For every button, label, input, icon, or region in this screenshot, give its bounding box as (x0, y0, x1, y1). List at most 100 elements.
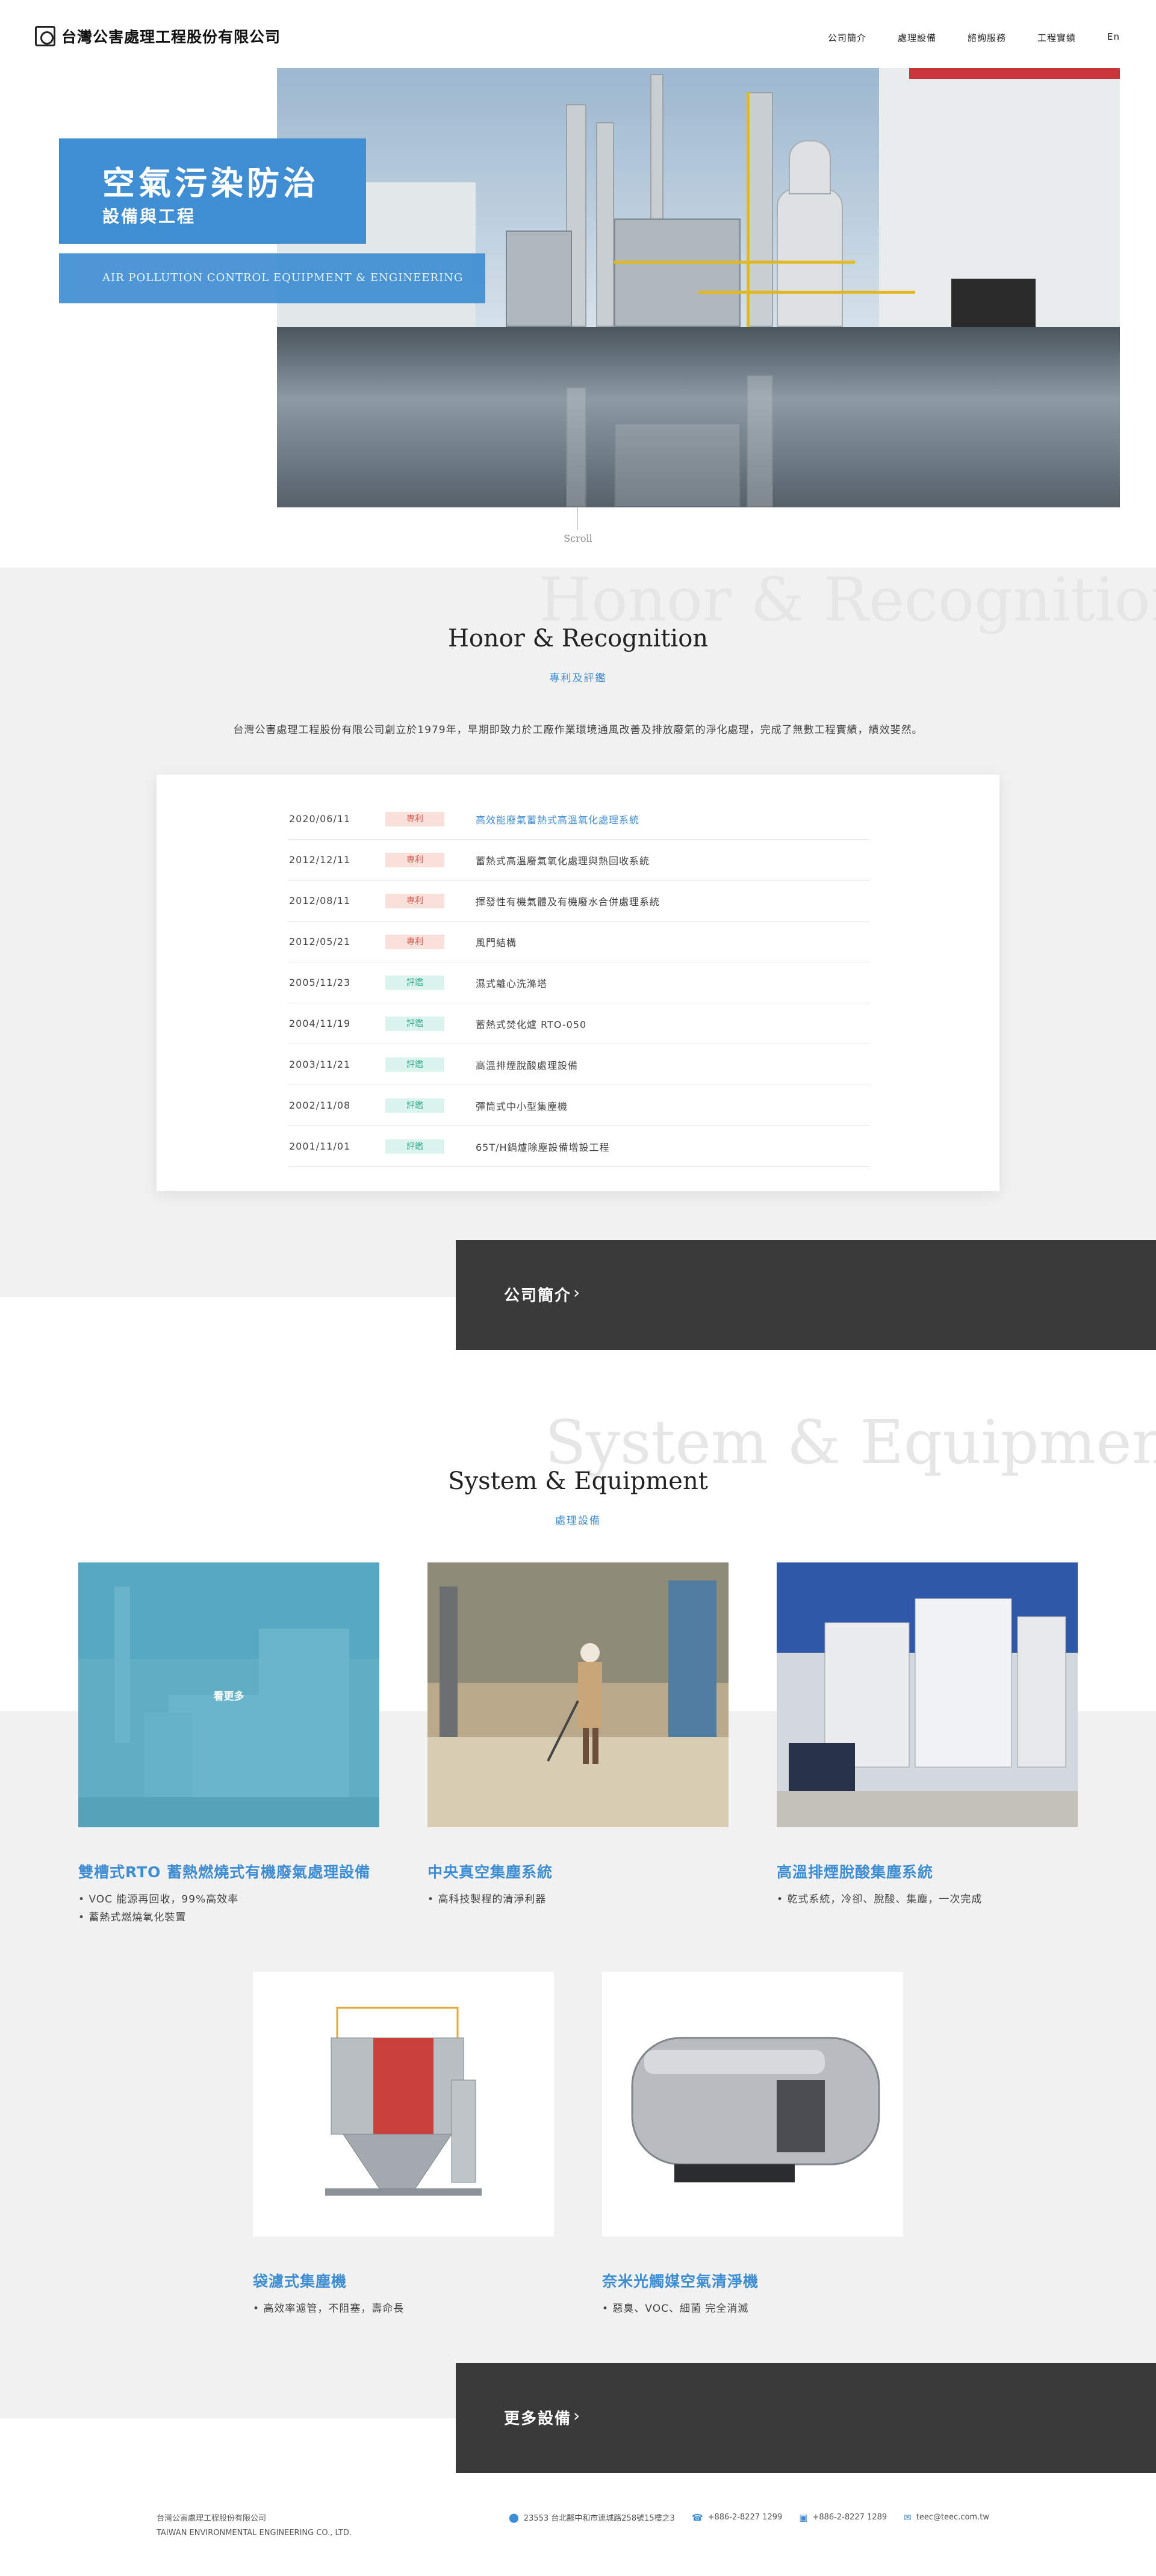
honor-subtitle: 專利及評鑑 (549, 672, 607, 684)
patent-badge: 專利 (385, 934, 444, 949)
honor-row[interactable]: 2012/12/11 專利 蓄熱式高溫廢氣氧化處理與熱回收系統 (288, 840, 869, 881)
equipment-bullets: VOC 能源再回收，99%高效率 蓄熱式燃燒氧化裝置 (78, 1890, 238, 1927)
honor-date: 2012/12/11 (289, 854, 351, 865)
honor-row[interactable]: 2002/11/08 評鑑 彈筒式中小型集塵機 (288, 1085, 869, 1126)
nav-item-equipment[interactable]: 處理設備 (898, 31, 936, 44)
honor-name: 高效能廢氣蓄熱式高溫氧化處理系統 (476, 814, 640, 826)
nav-item-projects[interactable]: 工程實績 (1037, 31, 1076, 44)
footer-company-zh: 台灣公害處理工程股份有限公司 (157, 2514, 267, 2523)
hero-english-title: AIR POLLUTION CONTROL EQUIPMENT & ENGINE… (102, 271, 464, 284)
equipment-bullets: 惡臭、VOC、細菌 完全消滅 (602, 2300, 748, 2318)
honor-row[interactable]: 2012/05/21 專利 風門結構 (288, 921, 869, 962)
equipment-image[interactable] (602, 1972, 903, 2237)
site-footer: 台灣公害處理工程股份有限公司 TAIWAN ENVIRONMENTAL ENGI… (0, 2472, 1156, 2576)
bullet-item: 高效率濾管，不阻塞，壽命長 (253, 2300, 404, 2318)
chevron-right-icon: › (573, 2406, 580, 2426)
equipment-subtitle: 處理設備 (555, 1515, 601, 1527)
scroll-indicator[interactable]: Scroll (560, 533, 596, 544)
honor-name: 彈筒式中小型集塵機 (476, 1100, 568, 1112)
review-badge: 評鑑 (385, 975, 444, 990)
equipment-image[interactable] (253, 1972, 554, 2237)
footer-address: ⬤ 23553 台北縣中和市連城路258號15樓之3 (509, 2512, 675, 2524)
about-cta-label: 公司簡介 (504, 1287, 572, 1305)
footer-email-text: teec@teec.com.tw (916, 2513, 989, 2522)
more-equipment-cta-label: 更多設備 (504, 2410, 572, 2428)
bullet-item: 蓄熱式燃燒氧化裝置 (78, 1909, 238, 1927)
bullet-item: VOC 能源再回收，99%高效率 (78, 1890, 238, 1909)
honor-list: 2020/06/11 專利 高效能廢氣蓄熱式高溫氧化處理系統 2012/12/1… (288, 799, 869, 1167)
honor-name: 蓄熱式焚化爐 RTO-050 (476, 1018, 587, 1030)
location-pin-icon: ⬤ (509, 2512, 519, 2523)
footer-phone[interactable]: ☎ +886-2-8227 1299 (692, 2512, 782, 2523)
review-badge: 評鑑 (385, 1057, 444, 1072)
honor-name: 濕式離心洗滌塔 (476, 977, 548, 989)
honor-row[interactable]: 2004/11/19 評鑑 蓄熱式焚化爐 RTO-050 (288, 1003, 869, 1044)
patent-badge: 專利 (385, 852, 444, 867)
bullet-item: 惡臭、VOC、細菌 完全消滅 (602, 2300, 748, 2318)
equipment-title-baghouse[interactable]: 袋濾式集塵機 (253, 2270, 347, 2291)
footer-fax: ▣ +886-2-8227 1289 (799, 2512, 887, 2523)
honor-date: 2001/11/01 (289, 1141, 351, 1152)
site-logo[interactable]: 台灣公害處理工程股份有限公司 (35, 25, 281, 47)
bullet-item: 高科技製程的清淨利器 (427, 1890, 546, 1909)
honor-row[interactable]: 2020/06/11 專利 高效能廢氣蓄熱式高溫氧化處理系統 (288, 799, 869, 840)
more-link[interactable]: 看更多 (78, 1688, 379, 1703)
honor-date: 2002/11/08 (289, 1100, 351, 1111)
honor-description: 台灣公害處理工程股份有限公司創立於1979年，早期即致力於工廠作業環境通風改善及… (233, 724, 923, 736)
equipment-title: System & Equipment (448, 1467, 708, 1495)
site-header: 台灣公害處理工程股份有限公司 公司簡介 處理設備 諮詢服務 工程實績 En (0, 0, 1156, 67)
footer-fax-text: +886-2-8227 1289 (812, 2513, 887, 2522)
equipment-title-purifier[interactable]: 奈米光觸媒空氣清淨機 (602, 2270, 759, 2291)
phone-icon: ☎ (691, 2512, 703, 2523)
equipment-bullets: 高效率濾管，不阻塞，壽命長 (253, 2300, 404, 2318)
equipment-image[interactable] (427, 1562, 729, 1827)
honor-date: 2012/05/21 (289, 936, 351, 947)
honor-name: 揮發性有機氣體及有機廢水合併處理系統 (476, 896, 660, 908)
equipment-bullets: 高科技製程的清淨利器 (427, 1890, 546, 1909)
fax-icon: ▣ (799, 2512, 808, 2523)
main-nav: 公司簡介 處理設備 諮詢服務 工程實績 En (828, 31, 1120, 44)
patent-badge: 專利 (385, 893, 444, 908)
chevron-right-icon: › (573, 1283, 580, 1302)
honor-date: 2004/11/19 (289, 1018, 351, 1029)
equipment-title-rto[interactable]: 雙槽式RTO 蓄熱燃燒式有機廢氣處理設備 (78, 1860, 370, 1882)
footer-company-en: TAIWAN ENVIRONMENTAL ENGINEERING CO., LT… (157, 2528, 352, 2537)
hero-subtitle: 設備與工程 (102, 206, 196, 226)
honor-row[interactable]: 2001/11/01 評鑑 65T/H鍋爐除塵設備增設工程 (288, 1126, 869, 1167)
equipment-title-vacuum[interactable]: 中央真空集塵系統 (427, 1860, 553, 1882)
about-cta-button[interactable]: 公司簡介 › (456, 1240, 1156, 1350)
equipment-image[interactable] (777, 1562, 1078, 1827)
footer-company: 台灣公害處理工程股份有限公司 TAIWAN ENVIRONMENTAL ENGI… (157, 2512, 352, 2540)
honor-row[interactable]: 2003/11/21 評鑑 高溫排煙脫酸處理設備 (288, 1044, 869, 1085)
honor-name: 蓄熱式高溫廢氣氧化處理與熱回收系統 (476, 855, 650, 867)
honor-name: 風門結構 (476, 937, 517, 949)
honor-row[interactable]: 2005/11/23 評鑑 濕式離心洗滌塔 (288, 962, 869, 1003)
mail-icon: ✉ (904, 2512, 912, 2523)
honor-date: 2020/06/11 (289, 813, 351, 825)
equipment-bullets: 乾式系統，冷卻、脫酸、集塵，一次完成 (777, 1890, 982, 1909)
footer-contact: ⬤ 23553 台北縣中和市連城路258號15樓之3 ☎ +886-2-8227… (509, 2512, 989, 2524)
patent-badge: 專利 (385, 811, 444, 826)
honor-date: 2005/11/23 (289, 977, 351, 988)
bullet-item: 乾式系統，冷卻、脫酸、集塵，一次完成 (777, 1890, 982, 1909)
equipment-image[interactable]: 看更多 (78, 1562, 379, 1827)
hero-english-box: AIR POLLUTION CONTROL EQUIPMENT & ENGINE… (59, 253, 485, 303)
hero-title-box: 空氣污染防治 設備與工程 (59, 138, 366, 244)
honor-title: Honor & Recognition (447, 625, 709, 652)
hero-title: 空氣污染防治 (102, 164, 319, 202)
footer-address-text: 23553 台北縣中和市連城路258號15樓之3 (523, 2514, 675, 2523)
honor-date: 2003/11/21 (289, 1059, 351, 1070)
nav-item-about[interactable]: 公司簡介 (828, 31, 866, 44)
logo-mark-icon (35, 26, 55, 46)
logo-text: 台灣公害處理工程股份有限公司 (61, 28, 281, 46)
nav-item-english[interactable]: En (1107, 31, 1120, 44)
nav-item-consulting[interactable]: 諮詢服務 (968, 31, 1006, 44)
footer-email[interactable]: ✉ teec@teec.com.tw (904, 2512, 989, 2523)
equipment-title-desulfur[interactable]: 高溫排煙脫酸集塵系統 (777, 1860, 933, 1882)
review-badge: 評鑑 (385, 1139, 444, 1154)
honor-row[interactable]: 2012/08/11 專利 揮發性有機氣體及有機廢水合併處理系統 (288, 881, 869, 921)
scroll-line (577, 507, 578, 530)
more-equipment-cta-button[interactable]: 更多設備 › (456, 2363, 1156, 2473)
honor-name: 65T/H鍋爐除塵設備增設工程 (476, 1141, 610, 1153)
review-badge: 評鑑 (385, 1098, 444, 1113)
